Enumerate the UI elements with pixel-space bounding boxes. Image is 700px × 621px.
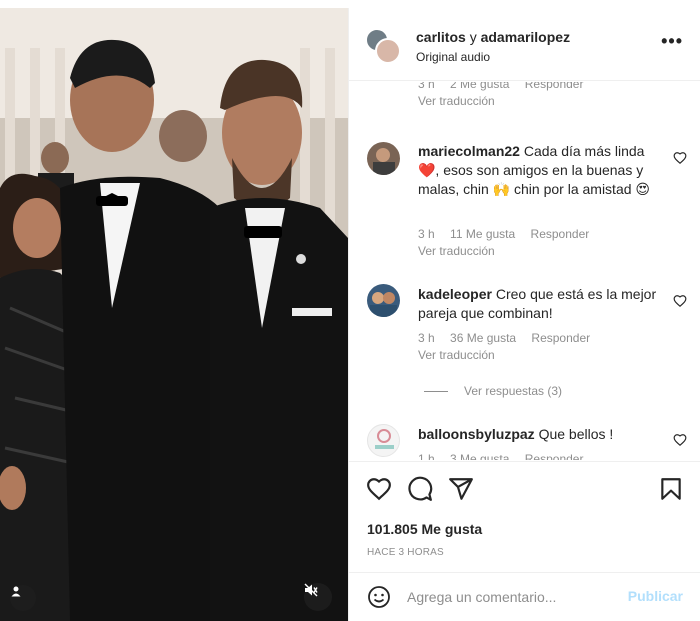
- comment-time: 3 h: [418, 227, 435, 241]
- author-username[interactable]: carlitos: [416, 29, 466, 45]
- comment-time: 3 h: [418, 82, 435, 91]
- author-username[interactable]: adamarilopez: [481, 29, 570, 45]
- add-comment-bar: Publicar: [349, 572, 700, 621]
- bookmark-icon[interactable]: [658, 476, 684, 502]
- comment-icon[interactable]: [407, 476, 433, 502]
- avatar[interactable]: [375, 38, 401, 64]
- post-side-panel: carlitos y adamarilopez Original audio •…: [348, 8, 700, 621]
- view-replies-label[interactable]: Ver respuestas (3): [464, 384, 562, 398]
- comments-list[interactable]: 3 h 2 Me gusta Responder Ver traducción …: [349, 82, 700, 460]
- comment-time: 1 h: [418, 452, 435, 460]
- comment-meta: 1 h 3 Me gusta Responder: [418, 452, 595, 460]
- comment-time: 3 h: [418, 331, 435, 345]
- comment-likes[interactable]: 11 Me gusta: [450, 227, 515, 241]
- heart-icon[interactable]: [673, 433, 687, 447]
- post-comment-button[interactable]: Publicar: [628, 588, 683, 604]
- send-icon[interactable]: [448, 476, 474, 502]
- comment-text: kadeleoper Creo que está es la mejor par…: [418, 285, 658, 323]
- avatar[interactable]: [367, 424, 400, 457]
- comment-text: balloonsbyluzpaz Que bellos !: [418, 425, 658, 444]
- reply-button[interactable]: Responder: [525, 452, 584, 460]
- comment-meta: 3 h 2 Me gusta Responder: [418, 82, 595, 91]
- like-count[interactable]: 101.805 Me gusta: [367, 521, 482, 537]
- see-translation-link[interactable]: Ver traducción: [418, 348, 495, 362]
- post-header: carlitos y adamarilopez Original audio •…: [349, 8, 700, 81]
- see-translation-link[interactable]: Ver traducción: [418, 94, 495, 108]
- reply-button[interactable]: Responder: [525, 82, 584, 91]
- comment-username[interactable]: kadeleoper: [418, 286, 492, 302]
- avatar[interactable]: [367, 142, 400, 175]
- post-media[interactable]: [0, 8, 348, 621]
- comment-likes[interactable]: 3 Me gusta: [450, 452, 509, 460]
- user-tag-icon[interactable]: [10, 585, 36, 611]
- heart-icon[interactable]: [366, 476, 392, 502]
- comment-meta: 3 h 11 Me gusta Responder: [418, 227, 601, 241]
- author-avatars[interactable]: [365, 28, 401, 64]
- comment-username[interactable]: balloonsbyluzpaz: [418, 426, 535, 442]
- author-separator: y: [469, 29, 477, 45]
- post-timestamp: HACE 3 HORAS: [367, 547, 444, 558]
- post-authors: carlitos y adamarilopez: [416, 29, 570, 45]
- comment-likes[interactable]: 36 Me gusta: [450, 331, 516, 345]
- more-horizontal-icon[interactable]: •••: [661, 32, 683, 50]
- comment-input[interactable]: [407, 586, 607, 608]
- heart-icon[interactable]: [673, 294, 687, 308]
- muted-speaker-icon[interactable]: [304, 583, 332, 611]
- comment-text: mariecolman22 Cada día más linda ❤️, eso…: [418, 142, 658, 199]
- reply-button[interactable]: Responder: [531, 227, 590, 241]
- comment-likes[interactable]: 2 Me gusta: [450, 82, 509, 91]
- replies-divider: [424, 391, 448, 393]
- post-actions: 101.805 Me gusta HACE 3 HORAS: [349, 461, 700, 571]
- comment-meta: 3 h 36 Me gusta Responder: [418, 331, 602, 345]
- heart-icon[interactable]: [673, 151, 687, 165]
- avatar[interactable]: [367, 284, 400, 317]
- comment-body: Que bellos !: [538, 426, 614, 442]
- audio-label[interactable]: Original audio: [416, 50, 490, 64]
- view-replies-button[interactable]: Ver respuestas (3): [424, 384, 562, 398]
- reply-button[interactable]: Responder: [531, 331, 590, 345]
- see-translation-link[interactable]: Ver traducción: [418, 244, 495, 258]
- emoji-icon[interactable]: [367, 585, 391, 609]
- comment-username[interactable]: mariecolman22: [418, 143, 520, 159]
- post-photo: [0, 8, 348, 621]
